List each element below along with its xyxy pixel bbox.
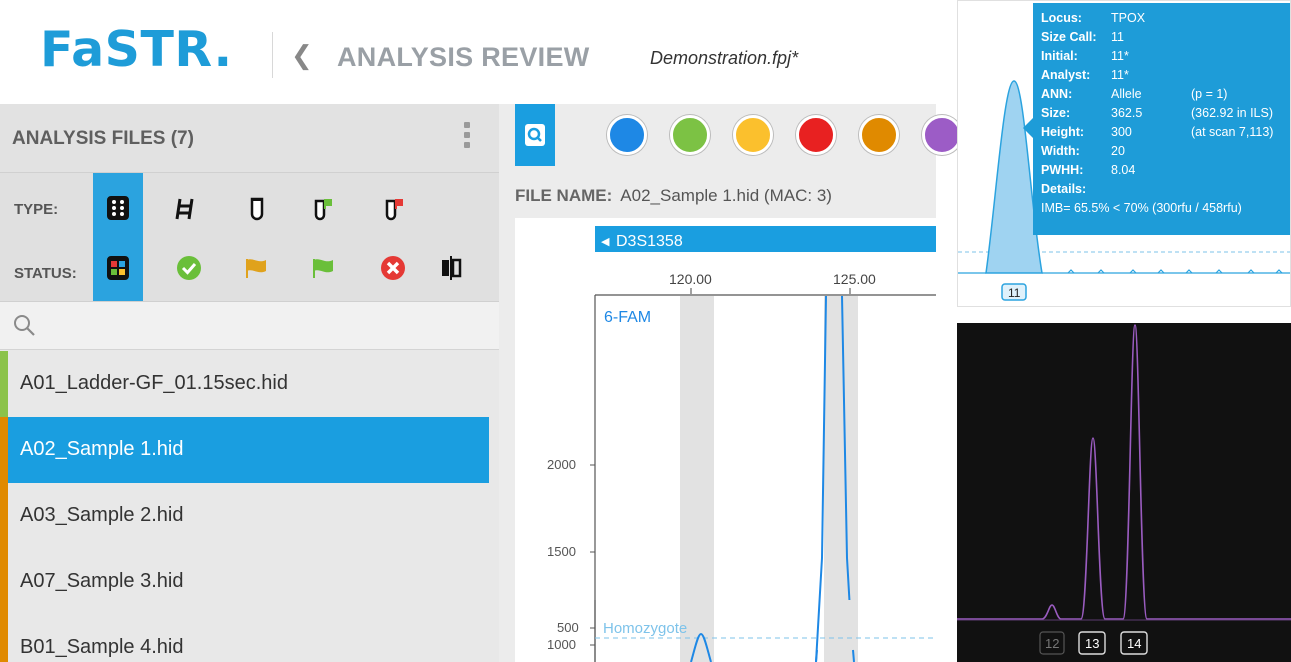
ladder-icon[interactable]: [170, 197, 200, 226]
y-tick-label: 1500: [547, 544, 576, 559]
file-name: A01_Ladder-GF_01.15sec.hid: [20, 372, 288, 394]
marker-arrow-icon: ◀: [601, 236, 610, 248]
panel-header: ANALYSIS FILES (7): [0, 104, 499, 172]
dye-orange-button[interactable]: [859, 115, 899, 155]
allele-label: 14: [1127, 636, 1141, 651]
tooltip-value: 300: [1111, 125, 1132, 139]
tooltip-value: 20: [1111, 144, 1125, 158]
chart-area[interactable]: ◀ D3S1358 120.00 125.00 2000 1500 1000 6…: [515, 218, 936, 662]
y-tick-label: 500: [557, 620, 579, 635]
app-root: FaSTR. ❮ ANALYSIS REVIEW Demonstration.f…: [0, 0, 1291, 662]
tooltip-extra: (p = 1): [1191, 87, 1228, 101]
zoom-search-icon: [525, 124, 545, 146]
file-list-item[interactable]: A07_Sample 3.hid: [0, 549, 489, 615]
zoom-button[interactable]: [515, 104, 555, 166]
tooltip-value: 11*: [1111, 49, 1129, 63]
file-name: A02_Sample 1.hid: [20, 438, 184, 460]
compare-icon[interactable]: [436, 255, 466, 286]
kebab-menu-icon[interactable]: [462, 122, 472, 152]
tooltip-key: Size Call:: [1041, 30, 1097, 44]
tooltip-key: ANN:: [1041, 87, 1073, 101]
file-list-item[interactable]: A03_Sample 2.hid: [0, 483, 489, 549]
tooltip-pointer: [1023, 118, 1033, 138]
allele-label: 13: [1085, 636, 1099, 651]
dye-red-button[interactable]: [796, 115, 836, 155]
y-tick-label: 2000: [547, 457, 576, 472]
tooltip-key: Locus:: [1041, 11, 1082, 25]
peak-tooltip-panel: 11 Locus: TPOX Size Call: 11 Initial: 11* A…: [957, 0, 1291, 307]
chevron-left-icon[interactable]: ❮: [291, 42, 313, 68]
dye-blue-button[interactable]: [607, 115, 647, 155]
page-title: ANALYSIS REVIEW: [337, 42, 590, 72]
dye-label: 6-FAM: [604, 309, 651, 326]
plot-bottom-strip: Homozygote 500: [557, 600, 936, 662]
tooltip-value: TPOX: [1111, 11, 1146, 25]
dark-trace-plot: 12 13 14: [957, 324, 1291, 655]
file-status-bar: [0, 417, 8, 483]
dye-yellow-button[interactable]: [733, 115, 773, 155]
tooltip-value: 11: [1111, 30, 1124, 44]
project-file-name: Demonstration.fpj*: [650, 48, 799, 68]
threshold-label: Homozygote: [603, 620, 687, 637]
tooltip-key: PWHH:: [1041, 163, 1084, 177]
tooltip-box: Locus: TPOX Size Call: 11 Initial: 11* Anal…: [1023, 3, 1290, 235]
tooltip-extra: (at scan 7,113): [1191, 125, 1274, 139]
file-status-bar: [0, 351, 8, 417]
negative-control-tube-icon[interactable]: [380, 197, 410, 226]
file-status-bar: [0, 483, 8, 549]
tooltip-key: Width:: [1041, 144, 1080, 158]
file-name: B01_Sample 4.hid: [20, 636, 184, 658]
file-status-bar: [0, 549, 8, 615]
dark-electropherogram-panel: 12 13 14: [957, 323, 1291, 662]
x-tick-label: 120.00: [669, 271, 712, 287]
file-name-row: FILE NAME: A02_Sample 1.hid (MAC: 3): [515, 186, 832, 206]
tube-icon[interactable]: [242, 197, 272, 226]
positive-control-tube-icon[interactable]: [309, 197, 339, 226]
tooltip-imbalance: IMB= 65.5% < 70% (300rfu / 458rfu): [1041, 201, 1242, 215]
green-flag-icon[interactable]: [309, 257, 339, 284]
file-name: A03_Sample 2.hid: [20, 504, 184, 526]
file-list-item-selected[interactable]: A02_Sample 1.hid: [0, 417, 489, 483]
error-circle-icon[interactable]: [378, 255, 408, 286]
tooltip-key: Details:: [1041, 182, 1087, 196]
tooltip-key: Analyst:: [1041, 68, 1091, 82]
file-list-item[interactable]: B01_Sample 4.hid: [0, 615, 489, 662]
plate-grid-icon[interactable]: [103, 195, 133, 226]
file-name: A07_Sample 3.hid: [20, 570, 184, 592]
type-label: TYPE:: [14, 201, 59, 218]
tooltip-value: Allele: [1111, 87, 1142, 101]
tooltip-key: Size:: [1041, 106, 1071, 120]
file-list: A01_Ladder-GF_01.15sec.hid A02_Sample 1.…: [0, 351, 499, 662]
search-bar[interactable]: [0, 302, 499, 350]
filter-box: TYPE: STATUS:: [0, 172, 499, 302]
app-logo: FaSTR.: [40, 21, 233, 78]
tooltip-value: 11*: [1111, 68, 1129, 82]
file-name-label: FILE NAME:: [515, 186, 613, 205]
file-list-item[interactable]: A01_Ladder-GF_01.15sec.hid: [0, 351, 489, 417]
header-divider: [272, 32, 273, 78]
x-tick-label: 125.00: [833, 271, 876, 287]
tooltip-key: Initial:: [1041, 49, 1078, 63]
tooltip-extra: (362.92 in ILS): [1191, 106, 1273, 120]
dye-green-button[interactable]: [670, 115, 710, 155]
tooltip-value: 8.04: [1111, 163, 1136, 177]
tooltip-value: 362.5: [1111, 106, 1143, 120]
panel-title: ANALYSIS FILES (7): [12, 128, 194, 149]
all-status-icon[interactable]: [103, 255, 133, 286]
electropherogram-plot: ◀ D3S1358 120.00 125.00 2000 1500 1000 6…: [547, 226, 936, 662]
marker-name: D3S1358: [616, 233, 683, 250]
allele-label: 12: [1045, 636, 1059, 651]
dark-trace-line: [957, 324, 1291, 620]
status-label: STATUS:: [14, 265, 77, 282]
check-circle-icon[interactable]: [174, 255, 204, 286]
dye-purple-button[interactable]: [922, 115, 962, 155]
allele-call-label: 11: [1008, 286, 1021, 300]
orange-flag-icon[interactable]: [242, 257, 272, 284]
file-name-value: A02_Sample 1.hid (MAC: 3): [620, 186, 832, 205]
tooltip-key: Height:: [1041, 125, 1085, 139]
search-icon[interactable]: [12, 313, 36, 337]
file-status-bar: [0, 615, 8, 662]
electropherogram-panel: FILE NAME: A02_Sample 1.hid (MAC: 3) ◀ D3…: [499, 104, 962, 662]
analysis-files-panel: ANALYSIS FILES (7) TYPE: STATUS: A01_Lad…: [0, 104, 499, 662]
